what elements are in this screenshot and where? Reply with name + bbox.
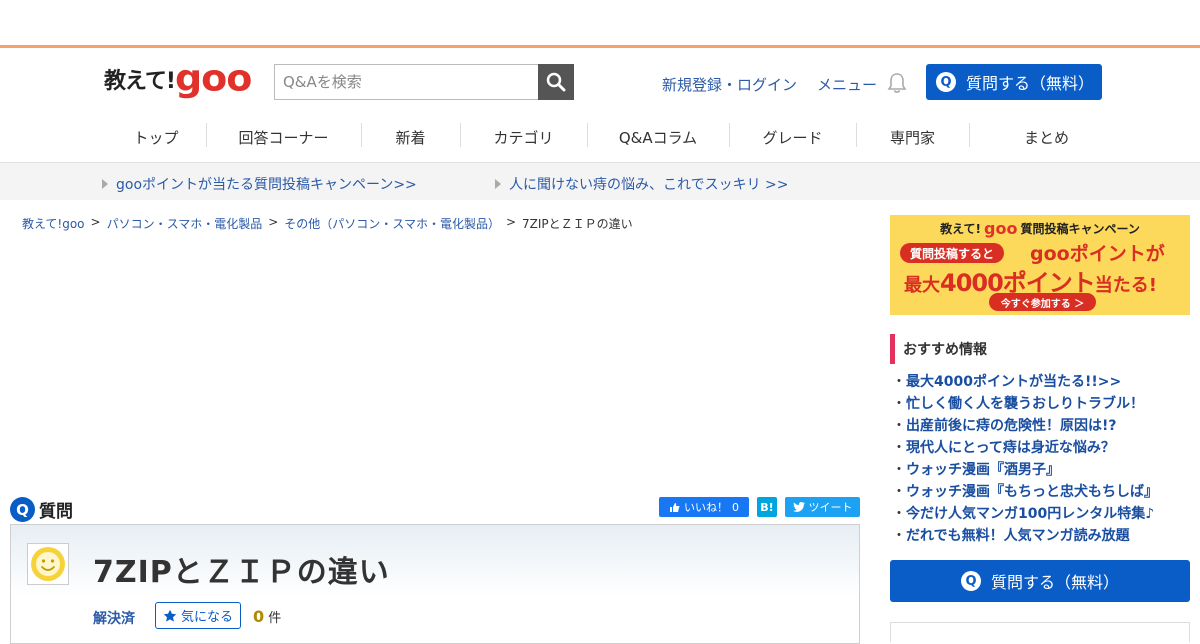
main-nav: トップ 回答コーナー 新着 カテゴリ Q&Aコラム グレード 専門家 まとめ	[0, 113, 1200, 162]
logo-brand: goo	[174, 57, 252, 99]
nav-grade[interactable]: グレード	[729, 113, 856, 162]
ask-question-button[interactable]: Q 質問する（無料）	[926, 64, 1102, 100]
banner-text: 当たる!	[1094, 275, 1158, 296]
notification-button[interactable]	[886, 72, 908, 98]
facebook-like-button[interactable]: いいね！ 0	[659, 497, 749, 517]
star-icon	[163, 609, 177, 622]
question-icon: Q	[960, 571, 981, 591]
kininaru-button[interactable]: 気になる	[155, 602, 241, 629]
promo-link-label: gooポイントが当たる質問投稿キャンペーン>>	[116, 177, 417, 193]
avatar[interactable]	[27, 543, 69, 585]
status-badge: 解決済	[93, 611, 135, 627]
question-icon: Q	[936, 72, 956, 92]
kininaru-count: 0 件	[253, 607, 281, 626]
breadcrumb-item[interactable]: パソコン・スマホ・電化製品	[107, 215, 263, 232]
nav-category[interactable]: カテゴリ	[460, 113, 587, 162]
breadcrumb-separator: >	[505, 215, 517, 229]
nav-top[interactable]: トップ	[106, 113, 206, 162]
site-header: 教えて! goo 新規登録・ログイン メニュー Q 質問する（無料）	[0, 48, 1200, 113]
arrow-right-icon	[102, 179, 108, 189]
hatena-bookmark-button[interactable]: B!	[757, 497, 777, 517]
recommend-item[interactable]: ウォッチ漫画『もちっと忠犬もちしば』	[892, 481, 1158, 503]
banner-points-line: goo ポイントが	[1030, 239, 1165, 266]
twitter-bird-icon	[792, 502, 805, 512]
breadcrumb-current: 7ZIPとＺＩＰの違い	[522, 217, 633, 231]
recommend-item[interactable]: 現代人にとって痔は身近な悩み？	[892, 437, 1158, 459]
breadcrumb-item[interactable]: 教えて!goo	[22, 215, 85, 232]
banner-text: ポイントが	[1069, 243, 1165, 265]
recommend-item[interactable]: 忙しく働く人を襲うおしりトラブル！	[892, 393, 1158, 415]
menu-link[interactable]: メニュー	[817, 74, 877, 95]
recommend-item[interactable]: だれでも無料！人気マンガ読み放題	[892, 525, 1158, 547]
count-value: 0	[253, 607, 265, 626]
campaign-banner[interactable]: 教えて! goo 質問投稿キャンペーン 質問投稿すると goo ポイントが 最大…	[890, 215, 1190, 315]
recommend-list: 最大4000ポイントが当たる!!>> 忙しく働く人を襲うおしりトラブル！ 出産前…	[892, 371, 1158, 547]
banner-brand: goo	[984, 218, 1018, 238]
signup-login-link[interactable]: 新規登録・ログイン	[662, 74, 797, 95]
tweet-label: ツイート	[808, 501, 853, 514]
banner-text: 質問投稿キャンペーン	[1020, 221, 1140, 236]
search-input[interactable]	[274, 64, 538, 100]
promo-link-label: 人に聞けない痔の悩み、これでスッキリ >>	[509, 177, 789, 193]
breadcrumb: 教えて!goo > パソコン・スマホ・電化製品 > その他（パソコン・スマホ・電…	[22, 215, 633, 232]
like-count: 0	[732, 500, 739, 514]
thumbs-up-icon	[670, 502, 680, 512]
arrow-right-icon	[495, 179, 501, 189]
recommend-item[interactable]: ウォッチ漫画『酒男子』	[892, 459, 1158, 481]
search-icon	[546, 72, 566, 92]
count-unit: 件	[268, 611, 282, 626]
sidebar-card	[890, 622, 1190, 642]
nav-experts[interactable]: 専門家	[856, 113, 969, 162]
top-ad-strip	[0, 0, 1200, 48]
question-icon: Q	[10, 497, 35, 522]
logo-text: 教えて!	[104, 69, 176, 94]
bell-icon	[887, 73, 907, 93]
sidebar-ask-question-button[interactable]: Q 質問する（無料）	[890, 560, 1190, 602]
question-heading-label: 質問	[39, 502, 73, 522]
tweet-button[interactable]: ツイート	[785, 497, 860, 517]
ask-button-label: 質問する（無料）	[990, 573, 1119, 592]
breadcrumb-separator: >	[90, 215, 101, 229]
search-button[interactable]	[538, 64, 574, 100]
nav-matome[interactable]: まとめ	[969, 113, 1124, 162]
recommend-item[interactable]: 今だけ人気マンガ100円レンタル特集♪	[892, 503, 1158, 525]
recommend-item[interactable]: 最大4000ポイントが当たる!!>>	[892, 371, 1158, 393]
nav-answer-corner[interactable]: 回答コーナー	[206, 113, 361, 162]
banner-brand: goo	[1030, 243, 1070, 265]
smiley-avatar-icon	[31, 547, 65, 581]
kininaru-label: 気になる	[180, 610, 233, 625]
breadcrumb-separator: >	[268, 215, 279, 229]
question-title: 7ZIPとＺＩＰの違い	[93, 555, 390, 590]
header-links: 新規登録・ログイン メニュー	[662, 74, 877, 95]
question-card: 7ZIPとＺＩＰの違い 解決済 気になる 0 件	[10, 524, 860, 644]
breadcrumb-item[interactable]: その他（パソコン・スマホ・電化製品）	[284, 215, 500, 232]
banner-pill: 質問投稿すると	[900, 243, 1005, 263]
like-label: いいね！	[684, 501, 728, 514]
promo-link-campaign[interactable]: gooポイントが当たる質問投稿キャンペーン>>	[102, 174, 417, 194]
banner-cta-button[interactable]: 今すぐ参加する ＞	[989, 293, 1096, 311]
nav-new[interactable]: 新着	[361, 113, 460, 162]
question-heading: Q 質問	[10, 497, 73, 522]
ask-button-label: 質問する（無料）	[966, 74, 1095, 93]
banner-header: 教えて! goo 質問投稿キャンペーン	[890, 215, 1190, 241]
promo-link-hemorrhoids[interactable]: 人に聞けない痔の悩み、これでスッキリ >>	[495, 174, 789, 194]
banner-text: 最大	[904, 275, 940, 296]
site-logo[interactable]: 教えて! goo	[104, 57, 252, 99]
recommend-heading: おすすめ情報	[890, 334, 987, 364]
nav-qa-column[interactable]: Q&Aコラム	[587, 113, 729, 162]
promo-bar: gooポイントが当たる質問投稿キャンペーン>> 人に聞けない痔の悩み、これでスッ…	[0, 162, 1200, 200]
banner-text: 教えて!	[940, 221, 982, 236]
search-bar	[274, 64, 574, 100]
recommend-item[interactable]: 出産前後に痔の危険性！原因は!?	[892, 415, 1158, 437]
